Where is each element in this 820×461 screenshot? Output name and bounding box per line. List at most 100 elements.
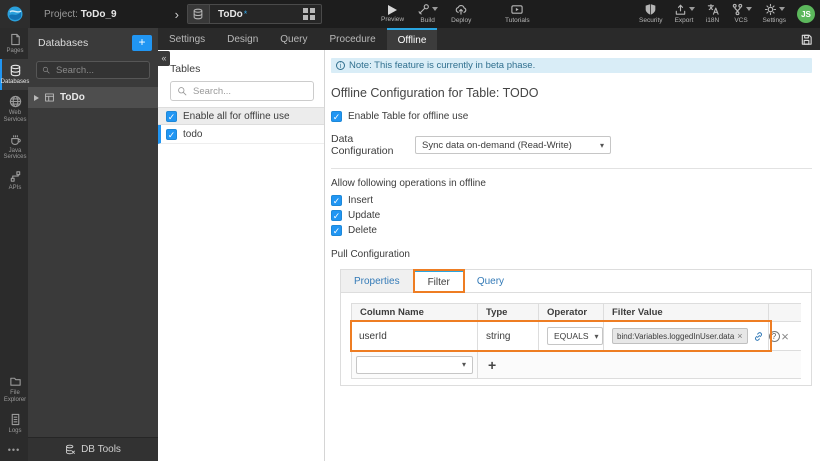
bind-value-chip[interactable]: bind:Variables.loggedInUser.data × — [612, 328, 748, 344]
topbar-run-actions: Preview Build Deploy — [381, 0, 471, 28]
database-icon — [10, 64, 20, 77]
databases-search[interactable] — [36, 61, 150, 79]
gear-icon — [764, 4, 776, 16]
filter-grid-add-row: ▾ + — [351, 351, 801, 379]
operator-select[interactable]: EQUALS ▾ — [547, 327, 603, 345]
branch-icon — [732, 4, 742, 16]
workspace-tabbar: Settings Design Query Procedure Offline — [158, 28, 820, 50]
table-row-todo[interactable]: todo — [158, 125, 324, 144]
tables-search-input[interactable] — [191, 84, 301, 98]
remove-bind-icon[interactable]: × — [737, 331, 742, 341]
update-row[interactable]: Update — [331, 210, 820, 221]
rail-item-logs[interactable]: Logs — [0, 408, 28, 439]
filter-grid-header: Column Name Type Operator Filter Value — [351, 304, 801, 322]
more-options-button[interactable]: ••• — [0, 439, 28, 461]
bind-link-icon[interactable] — [753, 331, 764, 342]
deploy-icon — [455, 5, 467, 15]
enable-all-checkbox[interactable] — [166, 110, 177, 122]
vcs-button[interactable]: VCS — [731, 3, 752, 25]
tab-settings[interactable]: Settings — [158, 28, 216, 50]
databases-panel: Databases + ToDo — [28, 28, 158, 437]
preview-button[interactable]: Preview — [381, 4, 404, 24]
info-icon: i — [336, 61, 345, 70]
tab-procedure[interactable]: Procedure — [319, 28, 387, 50]
export-icon — [675, 5, 685, 15]
search-icon — [178, 87, 187, 96]
database-icon — [187, 5, 210, 23]
rail-item-web-services[interactable]: Web Services — [0, 90, 28, 128]
caret-down-icon: ▾ — [461, 360, 466, 369]
i18n-button[interactable]: i18N — [706, 3, 720, 25]
tables-panel-title: Tables — [170, 63, 201, 75]
build-button[interactable]: Build — [417, 3, 439, 25]
db-tools-button[interactable]: DB Tools — [28, 437, 158, 461]
tab-query[interactable]: Query — [269, 28, 318, 50]
caret-down-icon — [688, 7, 695, 12]
beta-note-banner: i Note: This feature is currently in bet… — [331, 58, 812, 73]
databases-search-input[interactable] — [54, 63, 144, 77]
insert-row[interactable]: Insert — [331, 195, 820, 206]
enable-table-checkbox[interactable] — [331, 111, 342, 122]
delete-row[interactable]: Delete — [331, 225, 820, 236]
add-filter-cell: + — [478, 351, 504, 378]
export-button[interactable]: Export — [674, 3, 695, 25]
pull-tab-filter[interactable]: Filter — [412, 269, 465, 293]
update-checkbox[interactable] — [331, 210, 342, 221]
security-button[interactable]: Security — [639, 3, 663, 25]
user-avatar[interactable]: JS — [797, 5, 815, 23]
add-database-button[interactable]: + — [132, 35, 152, 51]
new-column-select[interactable]: ▾ — [356, 355, 473, 374]
globe-icon — [9, 95, 21, 107]
enable-table-row[interactable]: Enable Table for offline use — [331, 111, 820, 122]
pull-configuration-box: Properties Filter Query Column Name Type… — [340, 269, 812, 386]
expand-arrow-icon[interactable] — [34, 94, 39, 101]
data-configuration-row: Data Configuration Sync data on-demand (… — [331, 133, 820, 157]
delete-checkbox[interactable] — [331, 225, 342, 236]
delete-row-button[interactable]: × — [781, 330, 789, 343]
enable-all-label: Enable all for offline use — [183, 110, 290, 122]
pull-tab-query[interactable]: Query — [463, 270, 518, 292]
unsaved-marker: * — [243, 9, 248, 19]
save-icon — [801, 34, 812, 45]
artifact-tab-todo[interactable]: ToDo * — [186, 4, 322, 24]
collapse-panel-button[interactable]: « — [158, 51, 170, 66]
page-icon — [10, 33, 20, 46]
caret-down-icon: ▾ — [599, 140, 604, 150]
tables-search[interactable] — [170, 81, 314, 101]
pull-configuration-label: Pull Configuration — [331, 249, 410, 260]
rail-item-databases[interactable]: Databases — [0, 58, 29, 90]
deploy-button[interactable]: Deploy — [451, 3, 471, 25]
data-configuration-select[interactable]: Sync data on-demand (Read-Write) ▾ — [415, 136, 611, 154]
pull-tab-properties[interactable]: Properties — [341, 270, 414, 292]
folder-icon — [9, 378, 21, 387]
database-tree-item-todo[interactable]: ToDo — [28, 87, 158, 108]
enable-all-offline-row[interactable]: Enable all for offline use — [158, 107, 324, 125]
artifact-tab-label: ToDo — [217, 8, 243, 20]
rail-item-file-explorer[interactable]: File Explorer — [0, 370, 28, 408]
insert-checkbox[interactable] — [331, 195, 342, 206]
delete-row-cell: × — [769, 322, 801, 350]
search-icon — [42, 66, 50, 74]
todo-table-checkbox[interactable] — [166, 128, 177, 140]
databases-panel-title: Databases — [38, 37, 89, 49]
db-tools-icon — [66, 444, 75, 455]
topbar: Project: ToDo_9 › ToDo * Preview Build D… — [0, 0, 820, 28]
settings-button[interactable]: Settings — [763, 3, 786, 25]
column-name-cell[interactable]: userId — [351, 322, 478, 350]
filter-grid-row: userId string EQUALS ▾ bind:Variables.lo… — [350, 320, 801, 352]
tab-offline[interactable]: Offline — [386, 28, 438, 50]
project-title: Project: ToDo_9 — [44, 8, 117, 20]
play-icon — [388, 4, 398, 15]
filter-value-cell: bind:Variables.loggedInUser.data × ? — [604, 322, 780, 350]
tab-design[interactable]: Design — [216, 28, 269, 50]
translate-icon — [707, 4, 719, 15]
rail-item-pages[interactable]: Pages — [0, 28, 28, 59]
grid-icon[interactable] — [303, 8, 315, 20]
rail-item-apis[interactable]: APIs — [0, 165, 28, 196]
save-button[interactable] — [793, 28, 820, 50]
add-filter-button[interactable]: + — [488, 357, 496, 373]
rail-item-java-services[interactable]: Java Services — [0, 128, 28, 166]
caret-down-icon: ▾ — [594, 331, 599, 341]
app-logo-icon[interactable] — [0, 0, 30, 28]
tutorials-button[interactable]: Tutorials — [505, 3, 530, 25]
